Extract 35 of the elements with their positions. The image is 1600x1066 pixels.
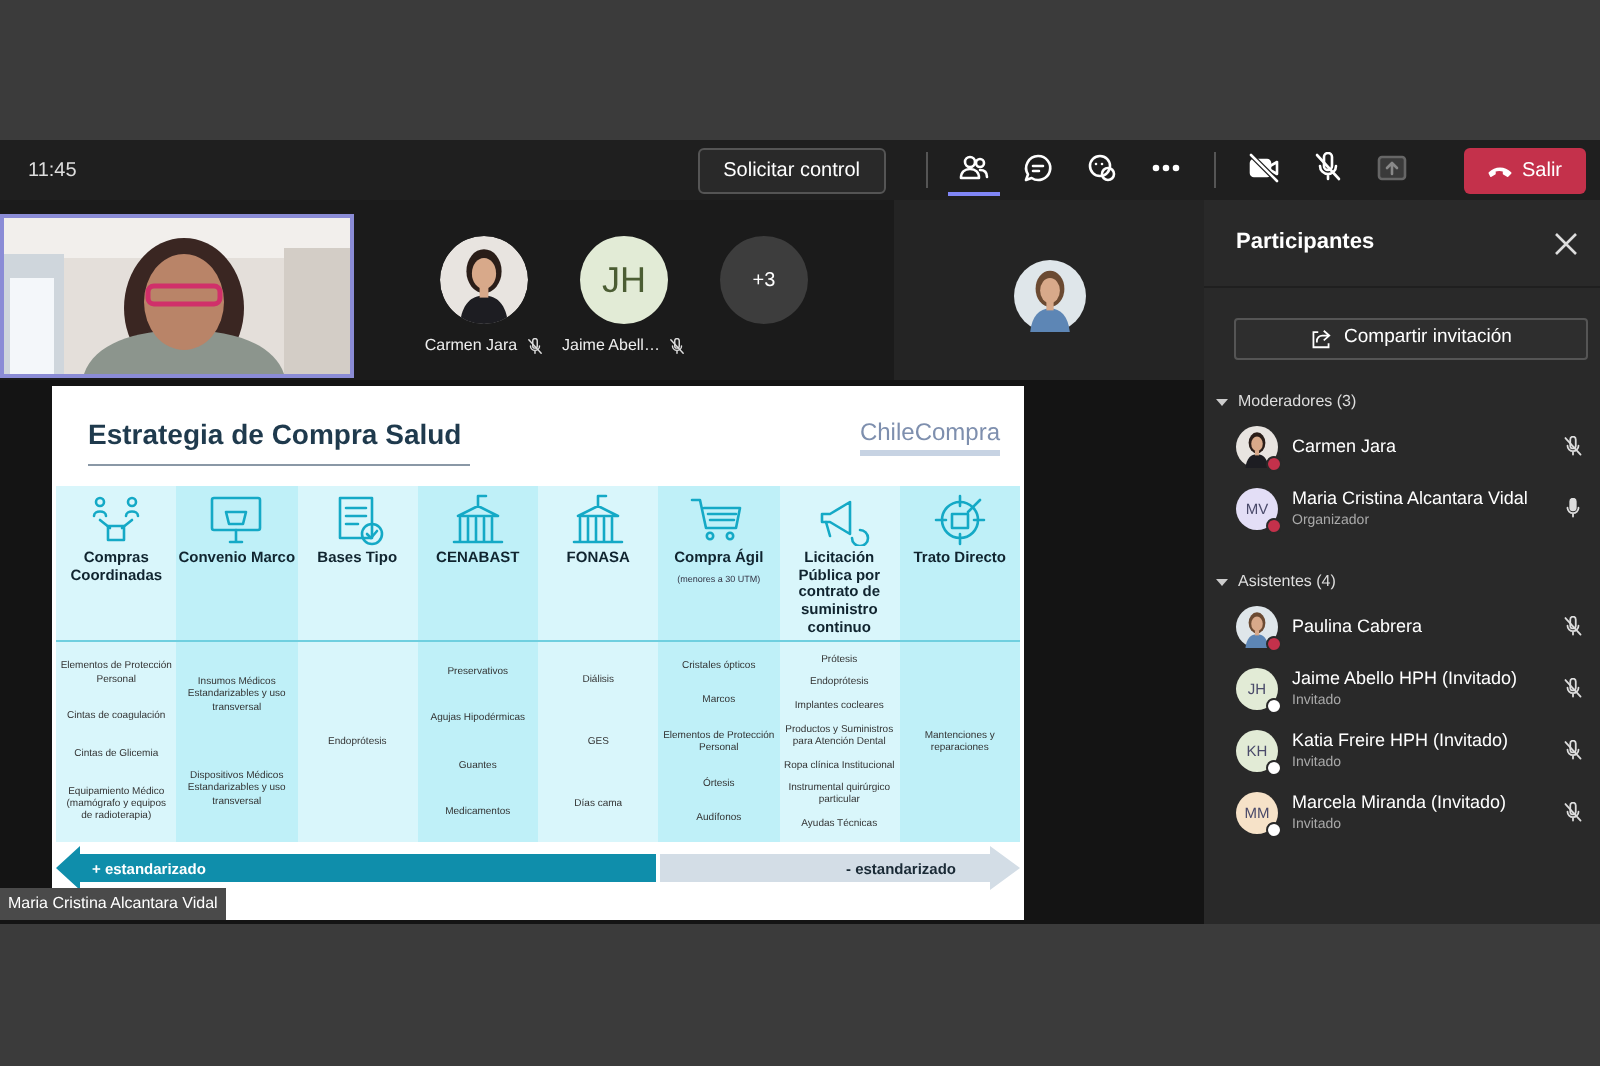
mic-off-icon <box>1311 152 1344 184</box>
camera-off-icon <box>1247 152 1280 184</box>
group-header[interactable]: Asistentes (4) <box>1204 568 1600 596</box>
target-icon <box>929 494 990 546</box>
building-icon <box>568 494 629 546</box>
participant-name: Katia Freire HPH (Invitado) <box>1292 727 1511 754</box>
avatar-initials: JH <box>580 236 668 324</box>
leave-button[interactable]: Salir <box>1463 147 1586 193</box>
participant-name: Marcela Miranda (Invitado) <box>1292 789 1509 816</box>
participant-name: Jaime Abell… <box>562 334 660 358</box>
reactions-icon <box>1085 152 1118 184</box>
participant-name: Paulina Cabrera <box>1292 613 1425 640</box>
participant-name: Maria Cristina Alcantara Vidal <box>1292 485 1530 511</box>
more-participants-button[interactable]: +3 <box>720 236 808 324</box>
clock-time: 11:45 <box>28 157 77 185</box>
participant-name: Carmen Jara <box>424 334 518 358</box>
close-icon <box>1552 229 1580 257</box>
share-icon <box>1310 328 1333 350</box>
chat-icon <box>1021 152 1054 184</box>
panel-title: Participantes <box>1236 228 1375 259</box>
caret-icon <box>1216 396 1228 408</box>
participants-icon <box>957 152 990 184</box>
building-icon <box>447 494 508 546</box>
request-control-button[interactable]: Solicitar control <box>697 147 886 193</box>
logo-text: ChileCompra <box>859 414 1000 456</box>
share-invitation-button[interactable]: Compartir invitación <box>1234 318 1588 360</box>
caret-icon <box>1216 576 1228 588</box>
monitor-basket-icon <box>206 494 267 546</box>
participant-name: Jaime Abello HPH (Invitado) <box>1292 665 1520 692</box>
group-header[interactable]: Moderadores (3) <box>1204 388 1600 416</box>
presenter-name-label: Maria Cristina Alcantara Vidal <box>0 888 226 920</box>
close-button[interactable] <box>1552 229 1580 257</box>
share-icon <box>1375 152 1408 184</box>
participant-name: Carmen Jara <box>1292 433 1399 460</box>
slide-title: Estrategia de Compra Salud <box>88 414 470 466</box>
